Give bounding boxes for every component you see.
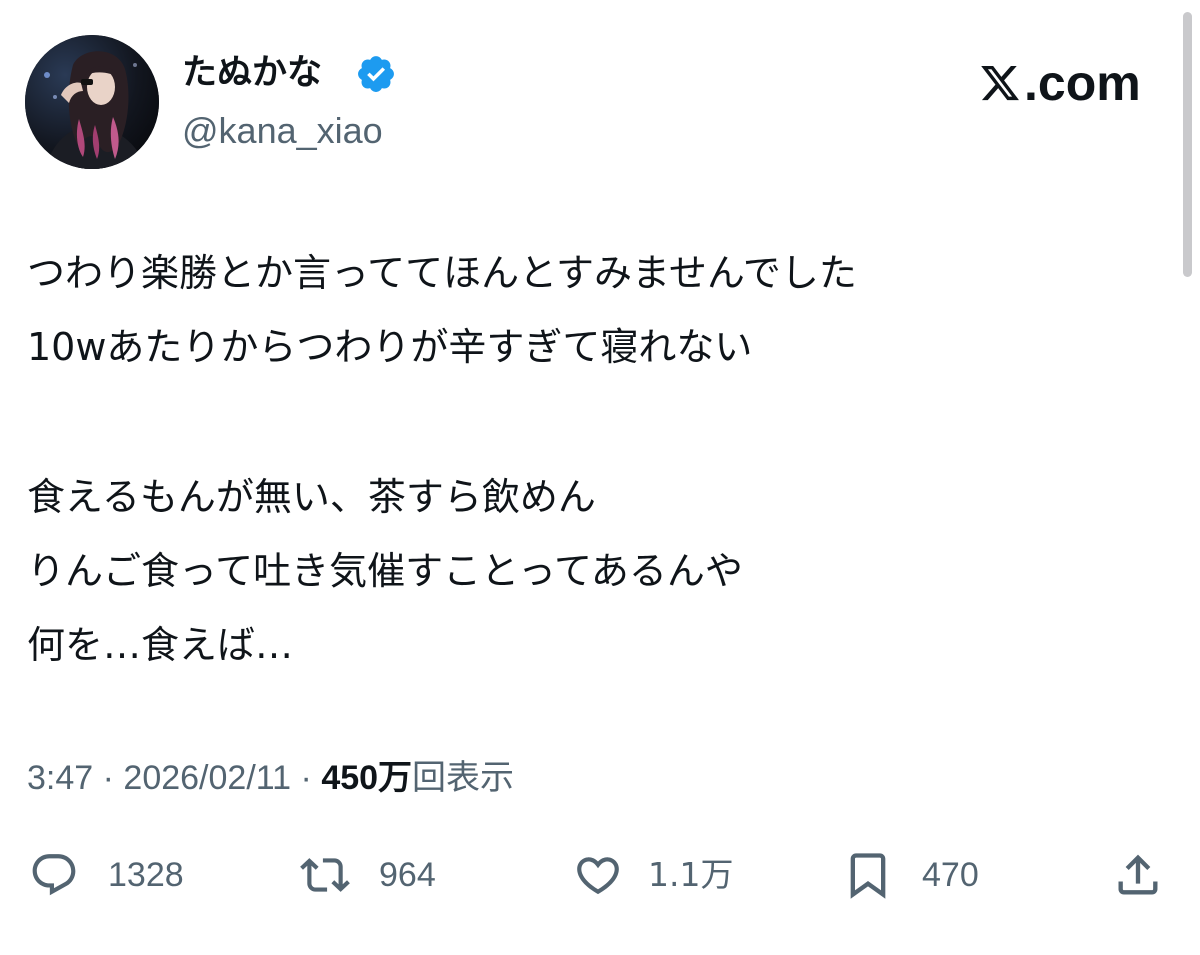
tweet-text-line: りんご食って吐き気催すことってあるんや xyxy=(27,549,743,593)
share-button[interactable] xyxy=(1110,850,1166,900)
reply-count: 1328 xyxy=(108,856,184,894)
avatar-image xyxy=(25,35,159,169)
like-count: 1.1万 xyxy=(648,855,734,894)
like-button[interactable]: 1.1万 xyxy=(570,850,733,900)
repost-button[interactable]: 964 xyxy=(296,850,436,900)
tweet-text-line: 10wあたりからつわりが辛すぎて寝れない xyxy=(27,325,753,369)
x-domain-text: .com xyxy=(1024,55,1141,111)
tweet-text-line: 何を…食えば… xyxy=(27,623,294,667)
username-handle[interactable]: @kana_xiao xyxy=(182,109,383,153)
x-brand: .com xyxy=(978,55,1141,111)
bookmark-count: 470 xyxy=(922,856,979,894)
views-label: 回表示 xyxy=(412,758,515,798)
reply-button[interactable]: 1328 xyxy=(27,850,184,900)
bookmark-icon xyxy=(850,853,886,899)
avatar[interactable] xyxy=(25,35,159,169)
tweet-date[interactable]: 2026/02/11 xyxy=(123,759,291,797)
heart-icon xyxy=(577,857,619,895)
scrollbar[interactable] xyxy=(1183,12,1192,277)
tweet-text-line: 食えるもんが無い、茶すら飲めん xyxy=(27,475,596,519)
views-count: 450万 xyxy=(321,759,413,797)
repost-icon xyxy=(300,858,350,892)
x-logo-icon xyxy=(981,65,1019,101)
meta-separator: · xyxy=(102,759,114,797)
bookmark-button[interactable]: 470 xyxy=(842,850,979,900)
tweet-meta: 3:47 · 2026/02/11 · 450万回表示 xyxy=(27,754,514,802)
repost-count: 964 xyxy=(379,856,436,894)
tweet-text-line: つわり楽勝とか言っててほんとすみませんでした xyxy=(27,251,857,295)
display-name[interactable]: たぬかな xyxy=(182,50,322,96)
reply-icon xyxy=(32,854,76,896)
verified-badge-icon xyxy=(358,56,394,92)
tweet-time[interactable]: 3:47 xyxy=(27,759,93,797)
share-icon xyxy=(1118,854,1158,895)
meta-separator: · xyxy=(300,759,312,797)
